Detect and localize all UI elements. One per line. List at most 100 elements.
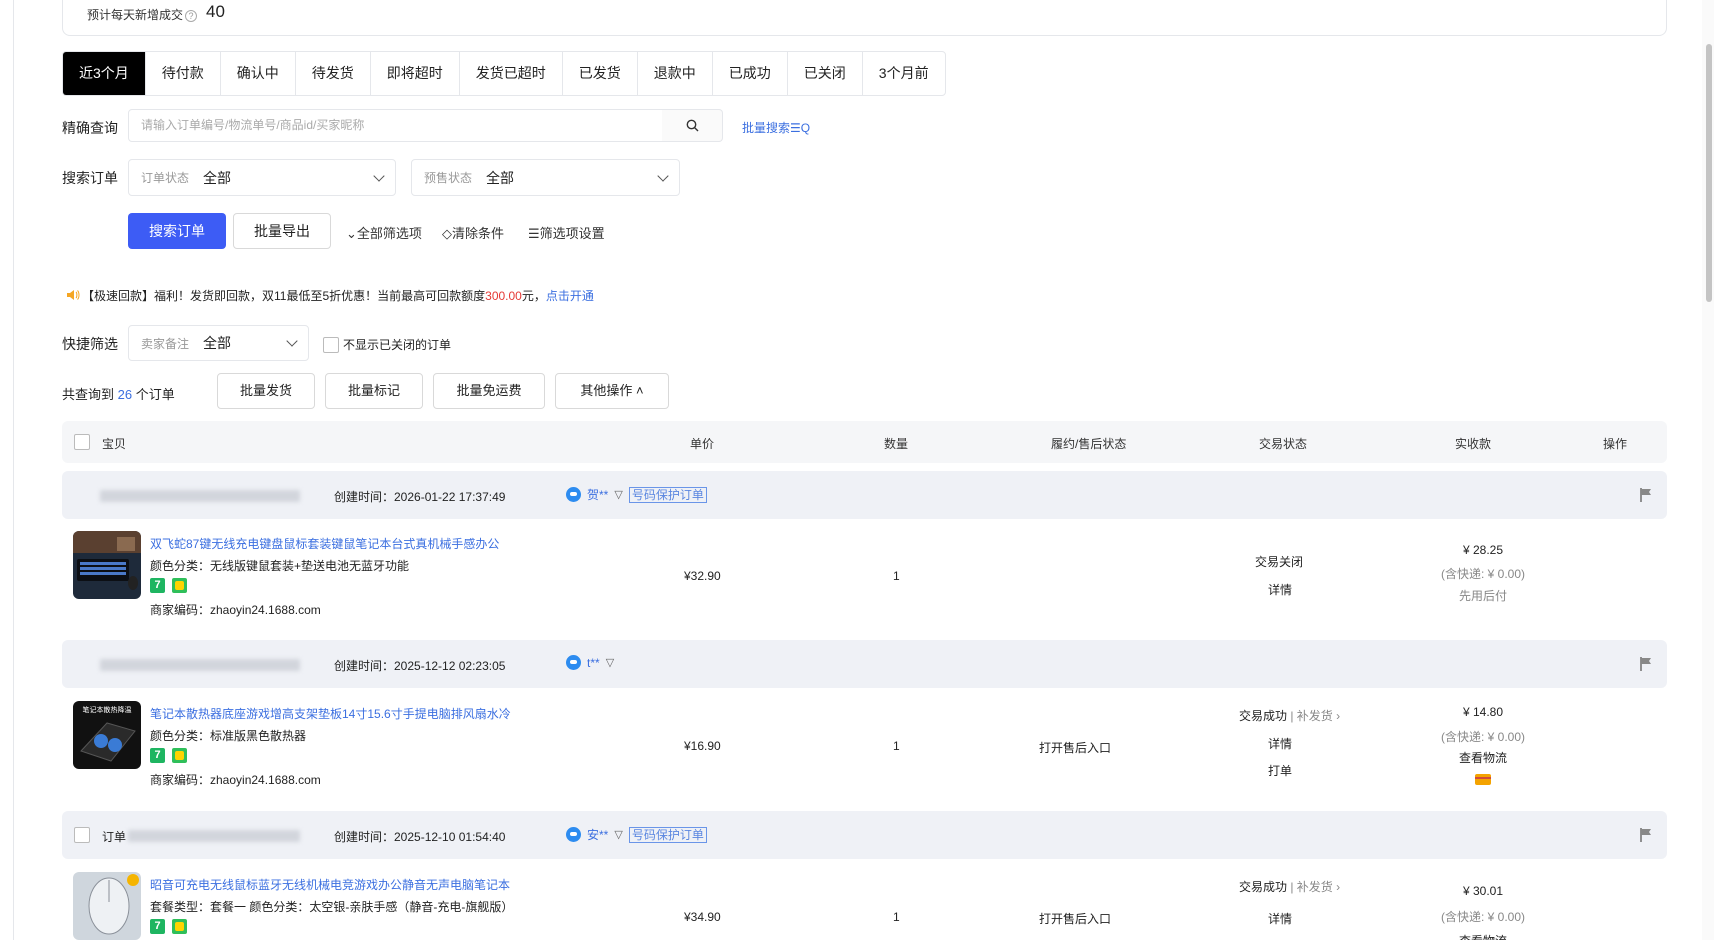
search-icon bbox=[686, 119, 698, 132]
all-filters-toggle[interactable]: ⌄全部筛选项 bbox=[346, 223, 422, 242]
tab-shipped[interactable]: 已发货 bbox=[563, 52, 638, 95]
flag-icon[interactable] bbox=[1639, 656, 1653, 672]
view-logistics-link[interactable]: 查看物流 bbox=[1459, 932, 1507, 940]
seller-note-value: 全部 bbox=[203, 335, 232, 351]
batch-export-button[interactable]: 批量导出 bbox=[233, 213, 331, 249]
merchant-code: 商家编码：zhaoyin24.1688.com bbox=[150, 773, 321, 787]
buyer-name: t** bbox=[587, 655, 600, 670]
select-all-checkbox[interactable] bbox=[74, 434, 90, 450]
batch-search-link[interactable]: 批量搜索☰Q bbox=[742, 119, 810, 136]
order-status-label: 订单状态 bbox=[141, 171, 190, 185]
tab-to-ship[interactable]: 待发货 bbox=[296, 52, 371, 95]
col-trade-status: 交易状态 bbox=[1259, 437, 1308, 451]
col-received: 实收款 bbox=[1455, 437, 1492, 451]
flag-icon[interactable] bbox=[1639, 487, 1653, 503]
seller-note-select[interactable]: 卖家备注 全部 bbox=[128, 325, 309, 361]
other-operations-button[interactable]: 其他操作 ˄ bbox=[555, 373, 669, 409]
privacy-order-tag: 号码保护订单 bbox=[628, 486, 707, 503]
payment-card-icon bbox=[1475, 774, 1491, 785]
after-sale-entry-link[interactable]: 打开售后入口 bbox=[1039, 739, 1111, 756]
tab-refunding[interactable]: 退款中 bbox=[638, 52, 713, 95]
tab-succeeded[interactable]: 已成功 bbox=[713, 52, 788, 95]
order-detail-link[interactable]: 详情 bbox=[1268, 735, 1292, 752]
order-detail-link[interactable]: 详情 bbox=[1268, 581, 1292, 598]
pay-later-label: 先用后付 bbox=[1458, 589, 1508, 603]
buyer-info[interactable]: 安** ▽ 号码保护订单 bbox=[566, 826, 707, 843]
tab-recent-3-months[interactable]: 近3个月 bbox=[63, 52, 146, 95]
order-created-time: 创建时间：2026-01-22 17:37:49 bbox=[334, 490, 506, 504]
filter-icon[interactable]: ▽ bbox=[606, 656, 614, 669]
order-number-redacted bbox=[128, 830, 300, 842]
seven-day-return-icon: 7 bbox=[150, 578, 165, 593]
reship-link[interactable]: | 补发货 › bbox=[1290, 880, 1340, 894]
reship-link[interactable]: | 补发货 › bbox=[1290, 709, 1340, 723]
product-thumbnail[interactable] bbox=[73, 531, 141, 599]
search-orders-button[interactable]: 搜索订单 bbox=[128, 213, 226, 249]
keyboard-product-image bbox=[73, 531, 141, 599]
filter-label: 搜索订单 bbox=[62, 170, 118, 186]
stats-card: 预计每天新增成交? 40 bbox=[62, 0, 1667, 36]
wangwang-chat-icon[interactable] bbox=[566, 487, 581, 502]
tab-pending-payment[interactable]: 待付款 bbox=[146, 52, 221, 95]
filter-settings-button[interactable]: ☰筛选项设置 bbox=[528, 223, 605, 242]
order-row: 笔记本散热降温 笔记本散热器底座游戏增高支架垫板14寸15.6寸手提电脑排风扇水… bbox=[62, 699, 1667, 789]
tab-confirming[interactable]: 确认中 bbox=[221, 52, 296, 95]
search-input[interactable]: 请输入订单编号/物流单号/商品id/买家昵称 bbox=[128, 109, 663, 142]
privacy-order-tag: 号码保护订单 bbox=[628, 826, 707, 843]
presale-status-select[interactable]: 预售状态 全部 bbox=[411, 159, 680, 196]
view-logistics-link[interactable]: 查看物流 bbox=[1459, 749, 1507, 766]
tab-timeout-soon[interactable]: 即将超时 bbox=[371, 52, 460, 95]
search-button[interactable] bbox=[662, 109, 723, 142]
scrollbar-thumb[interactable] bbox=[1706, 44, 1712, 302]
order-status-select[interactable]: 订单状态 全部 bbox=[128, 159, 396, 196]
received-amount: ¥ 28.25 bbox=[1462, 543, 1504, 557]
quantity: 1 bbox=[893, 910, 900, 924]
clear-conditions-button[interactable]: ◇清除条件 bbox=[442, 223, 504, 242]
product-title-link[interactable]: 双飞蛇87键无线充电键盘鼠标套装键鼠笔记本台式真机械手感办公 bbox=[150, 535, 499, 552]
stats-value: 40 bbox=[206, 2, 225, 21]
buyer-info[interactable]: 贺** ▽ 号码保护订单 bbox=[566, 486, 707, 503]
left-border bbox=[13, 0, 14, 940]
notice-activate-link[interactable]: 点击开通 bbox=[546, 289, 594, 303]
tab-closed[interactable]: 已关闭 bbox=[788, 52, 863, 95]
order-detail-link[interactable]: 详情 bbox=[1268, 910, 1292, 927]
buyer-info[interactable]: t** ▽ bbox=[566, 655, 614, 670]
quantity: 1 bbox=[893, 569, 900, 583]
buyer-name: 贺** bbox=[587, 488, 609, 502]
col-price: 单价 bbox=[690, 437, 715, 451]
filter-icon[interactable]: ▽ bbox=[614, 828, 622, 841]
tab-ship-overdue[interactable]: 发货已超时 bbox=[460, 52, 563, 95]
hide-closed-checkbox[interactable] bbox=[323, 336, 339, 353]
help-icon[interactable]: ? bbox=[185, 10, 198, 22]
service-badge-icon bbox=[172, 578, 187, 593]
filter-icon[interactable]: ▽ bbox=[614, 488, 622, 501]
presale-status-label: 预售状态 bbox=[424, 171, 473, 185]
after-sale-entry-link[interactable]: 打开售后入口 bbox=[1039, 910, 1111, 927]
print-order-link[interactable]: 打单 bbox=[1268, 762, 1292, 779]
product-spec: 颜色分类：标准版黑色散热器 bbox=[150, 729, 307, 743]
batch-mark-button[interactable]: 批量标记 bbox=[325, 373, 423, 409]
product-thumbnail[interactable] bbox=[73, 872, 141, 940]
hide-closed-option[interactable]: 不显示已关闭的订单 bbox=[323, 336, 451, 353]
order-select-checkbox[interactable] bbox=[74, 827, 90, 843]
seven-day-return-icon: 7 bbox=[150, 748, 165, 763]
tab-older-than-3-months[interactable]: 3个月前 bbox=[863, 52, 945, 95]
product-title-link[interactable]: 笔记本散热器底座游戏增高支架垫板14寸15.6寸手提电脑排风扇水冷 bbox=[150, 705, 511, 722]
col-ops: 操作 bbox=[1603, 437, 1628, 451]
quick-filter-label: 快捷筛选 bbox=[62, 336, 118, 352]
wangwang-chat-icon[interactable] bbox=[566, 655, 581, 670]
batch-ship-button[interactable]: 批量发货 bbox=[217, 373, 315, 409]
result-count: 26 bbox=[117, 387, 133, 402]
product-thumbnail[interactable]: 笔记本散热降温 bbox=[73, 701, 141, 769]
merchant-code: 商家编码：zhaoyin24.1688.com bbox=[150, 603, 321, 617]
page-scrollbar[interactable] bbox=[1702, 0, 1714, 940]
batch-free-shipping-button[interactable]: 批量免运费 bbox=[433, 373, 545, 409]
trade-status: 交易成功 | 补发货 › bbox=[1239, 880, 1341, 894]
cooler-product-image: 笔记本散热降温 bbox=[73, 701, 141, 769]
wangwang-chat-icon[interactable] bbox=[566, 827, 581, 842]
chevron-down-icon bbox=[286, 335, 298, 347]
promo-notice: 【极速回款】福利！发货即回款，双11最低至5折优惠！当前最高可回款额度300.0… bbox=[66, 287, 594, 304]
flag-icon[interactable] bbox=[1639, 827, 1653, 843]
product-title-link[interactable]: 昭音可充电无线鼠标蓝牙无线机械电竞游戏办公静音无声电脑笔记本 bbox=[150, 876, 510, 893]
col-qty: 数量 bbox=[884, 437, 909, 451]
